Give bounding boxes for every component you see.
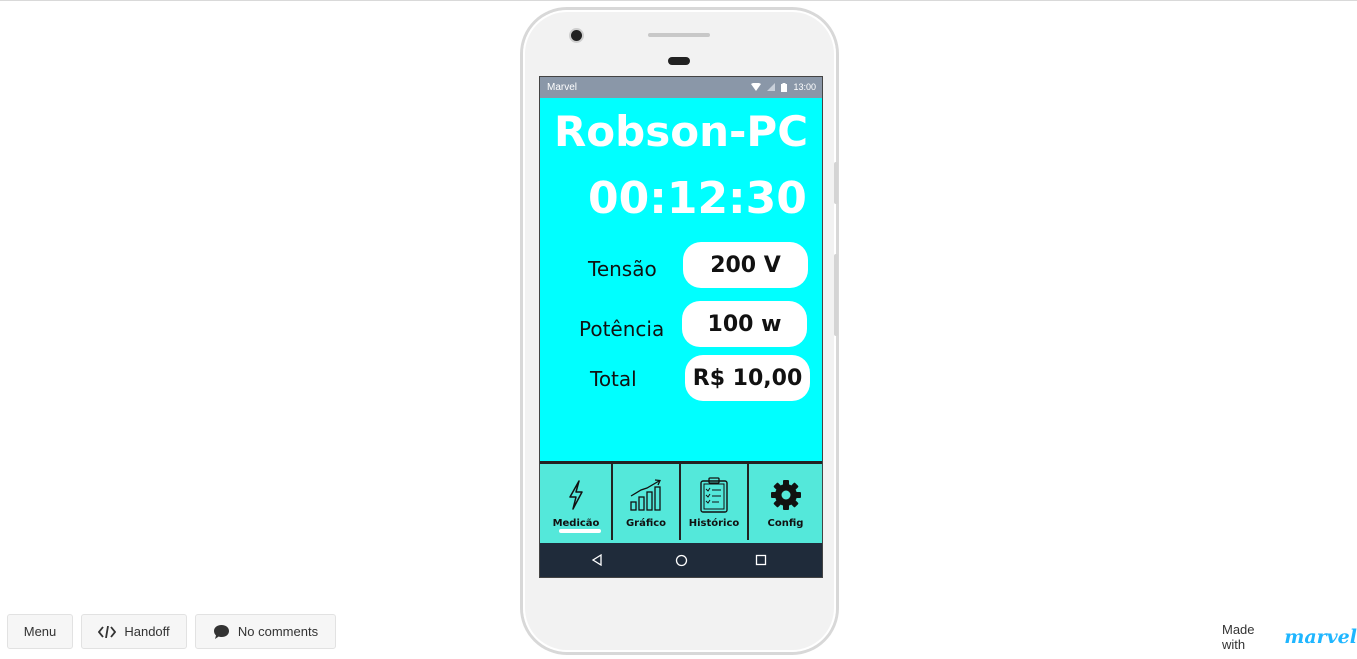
active-tab-indicator [559,529,601,533]
handoff-label: Handoff [124,624,170,639]
tab-label: Medicão [552,518,600,529]
gear-icon [770,480,801,510]
tab-label: Histórico [688,518,740,529]
carrier-label: Marvel [547,82,578,93]
menu-label: Menu [23,624,57,639]
code-icon [98,625,117,638]
wifi-icon [751,83,762,91]
back-button[interactable] [588,551,606,569]
status-bar: Marvel 13:00 [540,77,822,98]
power-button [834,162,838,204]
clipboard-icon [700,477,728,513]
total-label: Total [590,367,637,391]
comment-icon [213,624,229,639]
phone-frame: Marvel 13:00 Robson-PC 00:12:30 Tensão 2… [523,10,838,652]
lightning-icon [569,480,583,510]
front-camera [571,30,582,41]
power-label: Potência [579,317,665,341]
comments-button[interactable]: No comments [195,614,336,649]
made-with-label: Made with [1222,622,1255,652]
volume-button [834,254,838,336]
app-screen: Marvel 13:00 Robson-PC 00:12:30 Tensão 2… [539,76,823,578]
power-value: 100 w [682,301,807,347]
battery-icon [781,82,788,92]
tab-label: Gráfico [625,518,667,529]
home-icon [675,554,687,566]
clock: 13:00 [793,82,816,92]
made-with-marvel[interactable]: Made with marvel [1222,622,1357,652]
elapsed-timer: 00:12:30 [588,173,807,224]
recents-button[interactable] [752,551,770,569]
android-nav-bar [540,543,822,577]
marvel-logo: marvel [1284,626,1357,648]
tab-config[interactable]: Config [749,464,822,540]
home-button[interactable] [672,551,690,569]
back-icon [591,554,602,566]
earpiece-speaker [648,33,710,37]
voltage-label: Tensão [588,257,657,281]
total-value: R$ 10,00 [685,355,810,401]
status-icons: 13:00 [751,82,816,92]
top-divider [0,0,1357,1]
handoff-button[interactable]: Handoff [81,614,187,649]
recents-icon [755,554,767,566]
tab-grafico[interactable]: Gráfico [613,464,679,540]
tab-medicao[interactable]: Medicão [540,464,612,540]
proximity-sensor [668,57,690,65]
voltage-value: 200 V [683,242,808,288]
tab-historico[interactable]: Histórico [681,464,747,540]
tab-label: Config [767,518,804,529]
menu-button[interactable]: Menu [7,614,73,649]
device-name: Robson-PC [553,107,809,156]
comments-label: No comments [237,624,319,639]
signal-icon [767,83,776,91]
bottom-tab-bar: Medicão Gráfico Histórico Config [540,461,822,543]
bar-chart-icon [630,479,661,511]
